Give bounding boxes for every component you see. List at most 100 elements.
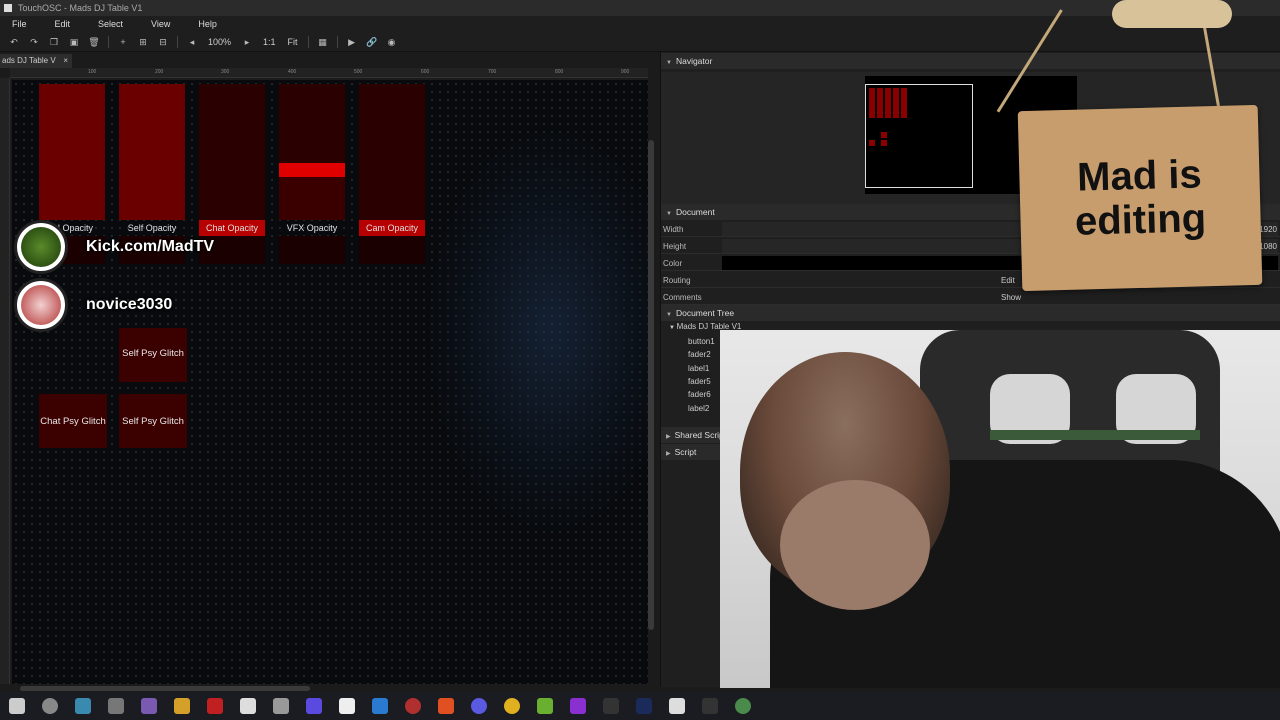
mini-fader — [877, 88, 883, 118]
glitch-button-label: Self Psy Glitch — [122, 416, 184, 427]
app-icon — [4, 4, 12, 12]
fader-label: Cam Opacity — [359, 220, 425, 236]
app-icon[interactable] — [206, 698, 223, 714]
tree-item-label: fader5 — [688, 376, 711, 386]
fader[interactable]: Self Opacity — [119, 84, 185, 264]
app-icon[interactable] — [239, 698, 256, 714]
mini-fader — [869, 88, 875, 118]
ruler-tick: 600 — [421, 69, 430, 75]
madtv-logo — [21, 227, 61, 267]
ratio-button[interactable]: 1:1 — [263, 37, 276, 47]
comments-show-button[interactable]: Show — [1001, 293, 1021, 302]
menu-file[interactable]: File — [12, 19, 27, 29]
wifi-icon[interactable]: ◉ — [385, 35, 399, 49]
grid-icon[interactable]: ▦ — [316, 35, 330, 49]
canvas-scrollbar-horizontal[interactable] — [20, 686, 310, 691]
app-icon[interactable] — [107, 698, 124, 714]
app-icon[interactable] — [140, 698, 157, 714]
fader[interactable]: Chat Opacity — [199, 84, 265, 264]
ungroup-icon[interactable]: ⊟ — [156, 35, 170, 49]
document-tree-header[interactable]: ▼ Document Tree — [661, 305, 1280, 321]
undo-icon[interactable]: ↶ — [7, 35, 21, 49]
fit-button[interactable]: Fit — [288, 37, 298, 47]
user-logo — [21, 285, 61, 325]
start-icon[interactable] — [8, 698, 25, 714]
fader-handle[interactable] — [279, 163, 345, 177]
link-icon[interactable]: 🔗 — [365, 35, 379, 49]
search-icon[interactable] — [41, 698, 58, 714]
fader-track — [199, 84, 265, 220]
user-avatar — [14, 278, 68, 332]
menu-select[interactable]: Select — [98, 19, 123, 29]
paste-icon[interactable]: ▣ — [67, 35, 81, 49]
fader-fill — [119, 84, 185, 220]
app-icon[interactable] — [338, 698, 355, 714]
app-icon[interactable] — [404, 698, 421, 714]
app-icon[interactable] — [470, 698, 487, 714]
capcut-icon[interactable] — [272, 698, 289, 714]
app-icon[interactable] — [569, 698, 586, 714]
copy-icon[interactable]: ❐ — [47, 35, 61, 49]
user-text: novice3030 — [86, 296, 173, 313]
canvas-scrollbar-vertical[interactable] — [648, 140, 654, 630]
mini-fader — [893, 88, 899, 118]
zoom-level: 100% — [208, 36, 232, 47]
zoom-in-icon[interactable]: ▸ — [240, 35, 254, 49]
brave-icon[interactable] — [437, 698, 454, 714]
app-icon[interactable] — [701, 698, 718, 714]
redo-icon[interactable]: ↷ — [27, 35, 41, 49]
ruler-tick: 500 — [354, 69, 363, 75]
app-icon[interactable] — [74, 698, 91, 714]
navigator-title: Navigator — [675, 56, 713, 66]
document-tab-label: ads DJ Table V — [2, 56, 56, 65]
fader-base — [279, 236, 345, 264]
property-key: Height — [663, 242, 687, 251]
fader-track — [359, 84, 425, 220]
app-icon[interactable] — [734, 698, 751, 714]
ruler-tick: 900 — [621, 69, 630, 75]
mini-button — [881, 140, 887, 146]
app-icon[interactable] — [668, 698, 685, 714]
folder-icon[interactable] — [173, 698, 190, 714]
fader-label: VFX Opacity — [286, 223, 338, 233]
editor-canvas[interactable]: IN Opacity Self Opacity Chat Opacity VFX Op… — [12, 80, 648, 684]
sign-line-2: editing — [1074, 196, 1207, 244]
app-icon[interactable] — [602, 698, 619, 714]
collapse-icon: ▼ — [666, 211, 672, 217]
window-title: TouchOSC - Mads DJ Table V1 — [18, 3, 143, 13]
ruler-tick: 100 — [88, 69, 97, 75]
group-icon[interactable]: ⊞ — [136, 35, 150, 49]
app-icon[interactable] — [305, 698, 322, 714]
delete-icon[interactable]: 🗑 — [87, 35, 101, 49]
routing-edit-button[interactable]: Edit — [1001, 276, 1015, 285]
app-icon[interactable] — [371, 698, 388, 714]
photoshop-icon[interactable] — [635, 698, 652, 714]
navigator-header[interactable]: ▼ Navigator — [661, 53, 1280, 69]
menu-edit[interactable]: Edit — [55, 19, 71, 29]
webcam-overlay — [720, 330, 1280, 688]
tree-item-label: fader6 — [688, 390, 711, 400]
zoom-out-icon[interactable]: ◂ — [185, 35, 199, 49]
fader[interactable]: Cam Opacity — [359, 84, 425, 264]
menu-view[interactable]: View — [151, 19, 170, 29]
ruler-tick: 200 — [155, 69, 164, 75]
ruler-tick: 400 — [288, 69, 297, 75]
toolbar: ↶ ↷ ❐ ▣ 🗑 + ⊞ ⊟ ◂ 100% ▸ 1:1 Fit ▦ ▶ 🔗 ◉ — [0, 32, 1280, 52]
property-key: Routing — [663, 276, 691, 285]
fader[interactable]: VFX Opacity — [279, 84, 345, 264]
fader-label: Self Opacity — [127, 223, 177, 233]
chrome-icon[interactable] — [503, 698, 520, 714]
fader-fill — [39, 84, 105, 220]
app-icon[interactable] — [536, 698, 553, 714]
property-comments[interactable]: Comments Show — [661, 289, 1280, 305]
document-tree-title: Document Tree — [675, 308, 735, 318]
close-icon[interactable]: × — [63, 56, 72, 68]
ruler-tick: 300 — [221, 69, 230, 75]
document-title: Document — [675, 207, 715, 217]
menu-help[interactable]: Help — [198, 19, 217, 29]
add-icon[interactable]: + — [116, 35, 130, 49]
expand-icon[interactable]: ▼ — [669, 325, 677, 331]
play-icon[interactable]: ▶ — [345, 35, 359, 49]
expand-icon: ▶ — [666, 434, 671, 440]
document-tab[interactable]: ads DJ Table V × — [0, 54, 72, 68]
